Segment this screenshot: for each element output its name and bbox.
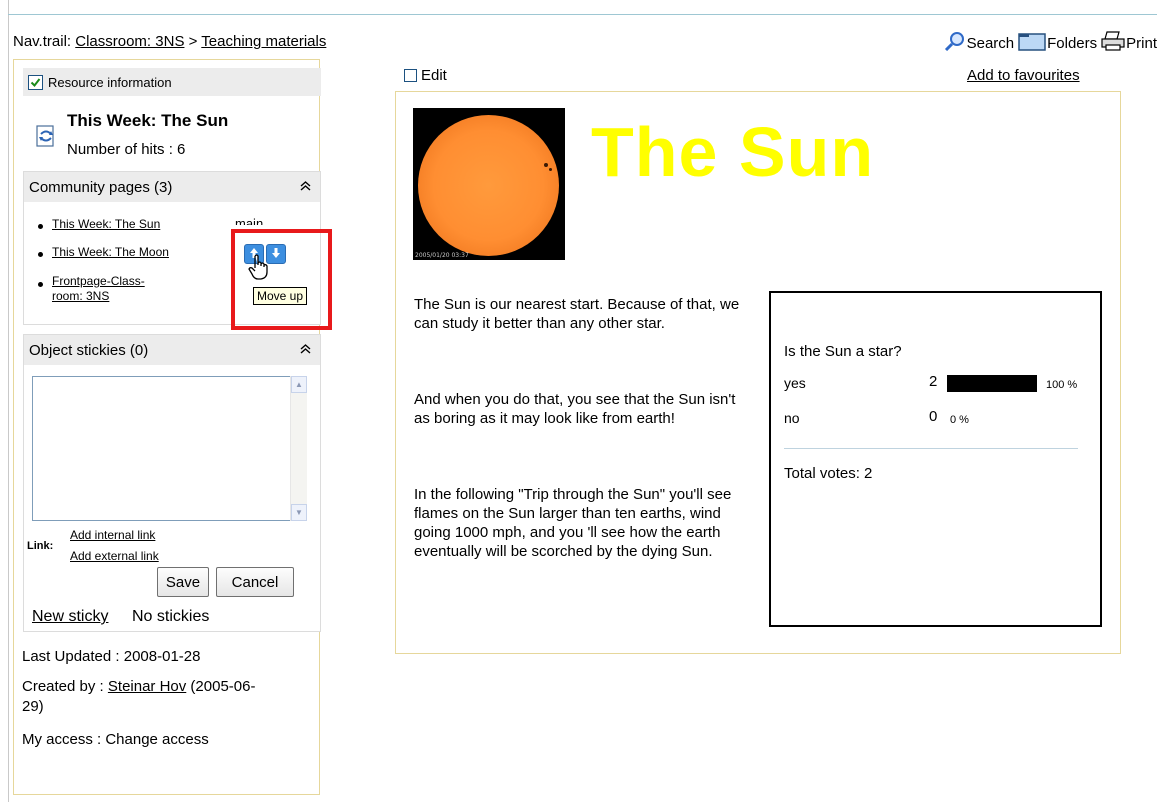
print-tool[interactable]: Print <box>1101 31 1157 55</box>
printer-icon <box>1101 31 1126 55</box>
sticky-status: No stickies <box>132 608 210 625</box>
poll-option-label: no <box>784 410 800 426</box>
my-access: My access : Change access <box>22 731 209 748</box>
object-stickies-panel: Object stickies (0) ▲ ▼ Link: Add intern… <box>23 334 321 632</box>
save-button[interactable]: Save <box>157 567 209 597</box>
edit-checkbox[interactable] <box>404 69 417 82</box>
resource-title: This Week: The Sun <box>67 111 229 130</box>
highlight-box <box>231 229 332 330</box>
scroll-up-icon[interactable]: ▲ <box>291 376 307 393</box>
poll-option-label: yes <box>784 375 806 391</box>
resource-info-checkbox[interactable] <box>28 74 43 90</box>
search-tool[interactable]: Search <box>944 31 1015 55</box>
new-sticky-link[interactable]: New sticky <box>32 608 108 626</box>
folder-icon <box>1018 31 1047 55</box>
content-panel: 2005/01/20 03:37 The Sun The Sun is our … <box>395 91 1121 654</box>
add-external-link[interactable]: Add external link <box>70 549 159 563</box>
community-page-link[interactable]: Frontpage-Class- room: 3NS <box>52 274 145 304</box>
resource-info-header: Resource information <box>23 68 321 96</box>
created-by: Created by : Steinar Hov (2005-06- 29) <box>22 677 307 717</box>
top-divider <box>8 14 1157 15</box>
breadcrumb-separator: > <box>188 33 198 50</box>
paragraph: And when you do that, you see that the S… <box>414 391 736 427</box>
sunspot <box>549 168 552 171</box>
created-by-prefix: Created by : <box>22 678 108 695</box>
link-label: Link: <box>27 540 54 552</box>
poll-question: Is the Sun a star? <box>784 343 902 360</box>
breadcrumb-teaching-materials-link[interactable]: Teaching materials <box>201 33 326 50</box>
toolbar: Search Folders Print <box>940 31 1157 55</box>
list-bullet <box>38 224 43 229</box>
folders-tool[interactable]: Folders <box>1018 31 1097 55</box>
community-page-link[interactable]: This Week: The Sun <box>52 217 160 232</box>
community-pages-title: Community pages (3) <box>29 178 173 196</box>
add-to-favourites-link[interactable]: Add to favourites <box>967 67 1080 84</box>
poll-option-count: 0 <box>929 408 938 425</box>
collapse-icon[interactable] <box>299 343 312 358</box>
page-title: The Sun <box>591 113 875 191</box>
print-label: Print <box>1126 34 1157 52</box>
collapse-icon[interactable] <box>299 180 312 195</box>
breadcrumb-classroom-link[interactable]: Classroom: 3NS <box>75 33 184 50</box>
search-label: Search <box>966 34 1015 52</box>
poll-result-bar <box>947 375 1037 392</box>
cancel-button[interactable]: Cancel <box>216 567 294 597</box>
sticky-textarea[interactable] <box>32 376 307 521</box>
author-link[interactable]: Steinar Hov <box>108 678 186 695</box>
main-tag: main <box>235 216 264 225</box>
paragraph: In the following "Trip through the Sun" … <box>414 486 732 560</box>
sun-image: 2005/01/20 03:37 <box>413 108 565 260</box>
poll-box: Is the Sun a star? yes 2 100 % no 0 0 % … <box>769 291 1102 627</box>
sticky-scrollbar[interactable]: ▲ ▼ <box>290 376 307 521</box>
poll-option-percent: 0 % <box>950 414 969 426</box>
edit-label: Edit <box>421 67 447 84</box>
sunspot <box>544 163 548 167</box>
breadcrumb-prefix: Nav.trail: <box>13 33 72 50</box>
breadcrumb: Nav.trail: Classroom: 3NS > Teaching mat… <box>13 33 326 50</box>
community-pages-header: Community pages (3) <box>24 172 320 202</box>
last-updated: Last Updated : 2008-01-28 <box>22 648 201 665</box>
poll-option-percent: 100 % <box>1046 379 1078 391</box>
poll-total-votes: Total votes: 2 <box>784 465 873 482</box>
search-icon <box>944 31 967 55</box>
poll-option-count: 2 <box>929 373 938 390</box>
add-internal-link[interactable]: Add internal link <box>70 528 155 542</box>
community-page-link[interactable]: This Week: The Moon <box>52 245 169 260</box>
sticky-textarea-wrap: ▲ ▼ <box>32 376 307 521</box>
sidebar: Resource information This Week: The Sun … <box>13 59 321 795</box>
list-bullet <box>38 282 43 287</box>
left-frame-border <box>0 0 9 802</box>
sun-disk <box>418 115 559 256</box>
folders-label: Folders <box>1047 34 1098 52</box>
scroll-down-icon[interactable]: ▼ <box>291 504 307 521</box>
edit-toggle[interactable]: Edit <box>404 67 447 84</box>
hit-count: Number of hits : 6 <box>67 141 186 158</box>
list-bullet <box>38 252 43 257</box>
image-timestamp: 2005/01/20 03:37 <box>415 252 469 259</box>
poll-divider <box>784 448 1078 449</box>
resource-info-bar: Resource information <box>23 68 321 96</box>
page-refresh-icon <box>34 124 58 152</box>
object-stickies-header: Object stickies (0) <box>24 335 320 365</box>
paragraph: The Sun is our nearest start. Because of… <box>414 296 740 332</box>
resource-info-label: Resource information <box>48 74 172 90</box>
object-stickies-title: Object stickies (0) <box>29 341 149 359</box>
